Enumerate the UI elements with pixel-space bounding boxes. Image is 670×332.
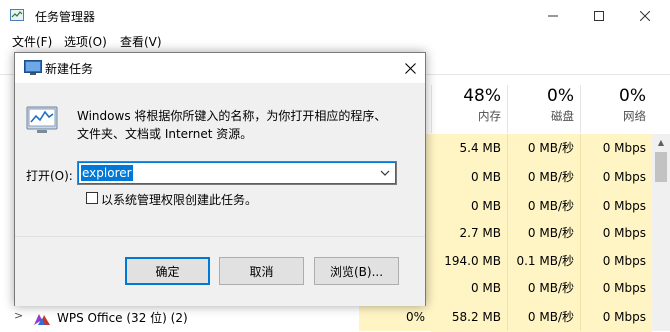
open-input[interactable]: explorer	[81, 165, 133, 181]
minimize-button[interactable]	[530, 0, 576, 31]
memory-cell: 5.4 MB	[431, 134, 507, 163]
task-manager-run-icon	[26, 106, 58, 133]
disk-cell: 0 MB/秒	[507, 219, 580, 248]
process-row-wps[interactable]: > WPS Office (32 位) (2)	[0, 303, 359, 331]
admin-checkbox[interactable]	[86, 192, 98, 204]
wps-office-icon	[34, 314, 50, 325]
chevron-down-icon[interactable]	[378, 166, 392, 180]
close-button[interactable]	[622, 0, 668, 31]
network-label: 网络	[623, 109, 646, 123]
column-header-memory[interactable]: 48% 内存	[421, 86, 501, 124]
memory-cell: 0 MB	[431, 163, 507, 192]
memory-label: 内存	[478, 109, 501, 123]
scroll-up-arrow-icon[interactable]: ▲	[652, 134, 670, 150]
disk-cell: 0 MB/秒	[507, 163, 580, 192]
maximize-icon	[594, 10, 604, 21]
task-manager-app-icon	[10, 9, 24, 21]
dialog-description: Windows 将根据你所键入的名称，为你打开相应的程序、	[77, 109, 387, 123]
disk-cell: 0 MB/秒	[507, 192, 580, 221]
minimize-icon	[548, 15, 558, 16]
expand-chevron-icon[interactable]: >	[14, 309, 23, 322]
memory-cell: 194.0 MB	[431, 247, 507, 276]
memory-cell: 0 MB	[431, 274, 507, 303]
close-icon	[404, 62, 416, 74]
network-cell: 0 Mbps	[580, 192, 652, 221]
cpu-cell: 0%	[405, 310, 425, 324]
column-header-disk[interactable]: 0% 磁盘	[494, 86, 574, 124]
dialog-close-button[interactable]	[395, 53, 425, 83]
dialog-description: 文件夹、文档或 Internet 资源。	[77, 127, 253, 141]
menu-options[interactable]: 选项(O)	[64, 33, 107, 50]
dialog-title: 新建任务	[45, 62, 94, 76]
close-icon	[640, 10, 650, 21]
task-manager-titlebar: 任务管理器	[0, 0, 670, 31]
scrollbar-thumb[interactable]	[655, 152, 667, 182]
process-name: WPS Office (32 位) (2)	[57, 311, 188, 325]
network-cell: 0 Mbps	[580, 134, 652, 163]
column-header-network[interactable]: 0% 网络	[566, 86, 646, 124]
ok-button[interactable]: 确定	[125, 257, 210, 285]
disk-label: 磁盘	[551, 109, 574, 123]
dialog-titlebar: 新建任务	[15, 53, 425, 83]
network-cell: 0 Mbps	[580, 274, 652, 303]
disk-cell: 0 MB/秒	[507, 274, 580, 303]
disk-cell: 0.1 MB/秒	[507, 247, 580, 276]
menu-file[interactable]: 文件(F)	[12, 33, 52, 50]
network-cell: 0 Mbps	[580, 303, 652, 332]
memory-cell: 58.2 MB	[431, 303, 507, 332]
new-task-dialog: 新建任务 Windows 将根据你所键入的名称，为你打开相应的程序、 文件夹、文…	[14, 52, 426, 306]
memory-cell: 0 MB	[431, 192, 507, 221]
memory-percent: 48%	[463, 86, 501, 106]
browse-button[interactable]: 浏览(B)...	[314, 257, 399, 285]
memory-cell: 2.7 MB	[431, 219, 507, 248]
maximize-button[interactable]	[576, 0, 622, 31]
cancel-button[interactable]: 取消	[219, 257, 304, 285]
column-divider	[580, 134, 581, 331]
menu-bar: 文件(F) 选项(O) 查看(V)	[0, 31, 670, 51]
network-cell: 0 Mbps	[580, 247, 652, 276]
network-cell: 0 Mbps	[580, 219, 652, 248]
admin-checkbox-label[interactable]: 以系统管理权限创建此任务。	[101, 191, 257, 208]
disk-cell: 0 MB/秒	[507, 303, 580, 332]
disk-cell: 0 MB/秒	[507, 134, 580, 163]
run-icon	[24, 60, 42, 75]
task-manager-title: 任务管理器	[35, 10, 96, 24]
network-percent: 0%	[619, 86, 646, 106]
column-divider	[507, 134, 508, 331]
network-cell: 0 Mbps	[580, 163, 652, 192]
disk-percent: 0%	[547, 86, 574, 106]
open-combobox[interactable]: explorer	[77, 161, 397, 185]
vertical-scrollbar[interactable]: ▲	[652, 134, 670, 331]
menu-view[interactable]: 查看(V)	[120, 33, 162, 50]
open-label: 打开(O):	[26, 169, 73, 183]
